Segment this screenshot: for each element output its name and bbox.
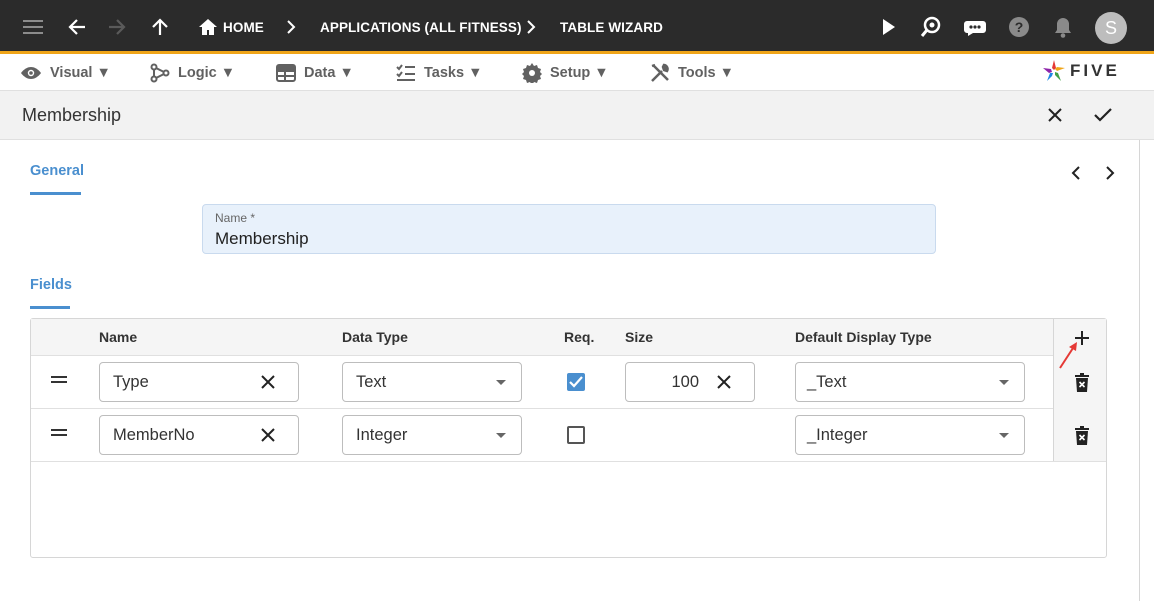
column-header-name: Name xyxy=(99,329,138,345)
column-header-data-type: Data Type xyxy=(342,329,408,345)
five-logo-text: FIVE xyxy=(1070,61,1120,80)
name-field[interactable]: Name * Membership xyxy=(202,204,936,254)
display-type-select[interactable]: _Text xyxy=(795,362,1025,402)
grid-header: Name Data Type Req. Size Default Display… xyxy=(31,319,1106,356)
name-field-label: Name * xyxy=(215,211,256,225)
tasks-icon xyxy=(396,63,415,81)
form-header: Membership xyxy=(0,91,1154,140)
search-chat-icon[interactable] xyxy=(919,15,943,39)
form-title: Membership xyxy=(22,105,122,125)
tab-fields[interactable]: Fields xyxy=(30,277,72,293)
drag-handle-icon[interactable] xyxy=(51,375,69,385)
menu-tasks-label: Tasks ▼ xyxy=(424,64,483,81)
data-type-value: Text xyxy=(356,373,387,391)
dropdown-caret-icon xyxy=(999,380,1009,385)
clear-icon[interactable] xyxy=(258,372,278,392)
hamburger-menu-icon[interactable] xyxy=(21,15,45,39)
user-avatar[interactable]: S xyxy=(1095,12,1127,44)
data-type-select[interactable]: Text xyxy=(342,362,522,402)
display-type-select[interactable]: _Integer xyxy=(795,415,1025,455)
cancel-close-icon[interactable] xyxy=(1043,103,1067,127)
tools-icon xyxy=(651,63,669,82)
delete-row-icon[interactable] xyxy=(1074,373,1090,393)
dropdown-caret-icon xyxy=(496,380,506,385)
breadcrumb-table-wizard[interactable]: TABLE WIZARD xyxy=(560,20,663,35)
field-name-value: MemberNo xyxy=(113,426,195,444)
previous-record-icon[interactable] xyxy=(1065,162,1087,184)
next-record-icon[interactable] xyxy=(1099,162,1121,184)
breadcrumb-applications[interactable]: APPLICATIONS (ALL FITNESS) xyxy=(320,20,522,35)
chatbot-icon[interactable] xyxy=(963,15,987,39)
forward-arrow-icon[interactable] xyxy=(105,15,129,39)
table-row: MemberNo Integer _Integer xyxy=(31,409,1053,462)
field-name-input[interactable]: Type xyxy=(99,362,299,402)
notifications-bell-icon[interactable] xyxy=(1051,15,1075,39)
drag-handle-icon[interactable] xyxy=(51,428,69,438)
five-logo: FIVE xyxy=(1042,58,1120,84)
logic-icon xyxy=(150,63,170,82)
clear-icon[interactable] xyxy=(714,372,734,392)
grid-row-divider xyxy=(31,461,1106,462)
run-play-icon[interactable] xyxy=(876,15,900,39)
menu-tools[interactable]: Tools ▼ xyxy=(650,54,734,91)
menu-visual[interactable]: Visual ▼ xyxy=(20,54,111,91)
save-check-icon[interactable] xyxy=(1091,103,1115,127)
home-icon[interactable] xyxy=(196,15,220,39)
menu-setup[interactable]: Setup ▼ xyxy=(522,54,609,91)
tab-fields-underline xyxy=(30,306,70,309)
field-name-value: Type xyxy=(113,373,149,391)
menu-setup-label: Setup ▼ xyxy=(550,64,609,81)
tab-general-underline xyxy=(30,192,81,195)
tab-general[interactable]: General xyxy=(30,163,84,179)
chevron-right-icon xyxy=(279,15,303,39)
table-row: Type Text 100 _Text xyxy=(31,356,1053,409)
menu-logic[interactable]: Logic ▼ xyxy=(150,54,235,91)
name-field-value[interactable]: Membership xyxy=(215,229,309,249)
five-logo-mark-icon xyxy=(1043,60,1065,81)
field-name-input[interactable]: MemberNo xyxy=(99,415,299,455)
menu-data[interactable]: Data ▼ xyxy=(276,54,354,91)
clear-icon[interactable] xyxy=(258,425,278,445)
up-arrow-icon[interactable] xyxy=(148,15,172,39)
display-type-value: _Integer xyxy=(807,426,868,444)
dropdown-caret-icon xyxy=(496,433,506,438)
column-header-size: Size xyxy=(625,329,654,345)
breadcrumb-home[interactable]: HOME xyxy=(223,20,264,35)
display-type-value: _Text xyxy=(807,373,847,391)
menu-tools-label: Tools ▼ xyxy=(678,64,734,81)
menu-data-label: Data ▼ xyxy=(304,64,354,81)
required-checkbox[interactable] xyxy=(567,426,585,444)
data-type-value: Integer xyxy=(356,426,408,444)
eye-icon xyxy=(21,66,41,79)
help-icon[interactable]: ? xyxy=(1007,15,1031,39)
size-input[interactable]: 100 xyxy=(625,362,755,402)
fields-grid: Name Data Type Req. Size Default Display… xyxy=(30,318,1107,558)
size-value: 100 xyxy=(671,373,699,391)
delete-row-icon[interactable] xyxy=(1074,426,1090,446)
dropdown-caret-icon xyxy=(999,433,1009,438)
chevron-right-icon xyxy=(519,15,543,39)
page-scroll-divider xyxy=(1139,140,1140,601)
annotation-arrow-icon xyxy=(1059,342,1077,369)
menu-logic-label: Logic ▼ xyxy=(178,64,236,81)
table-icon xyxy=(276,63,296,82)
back-arrow-icon[interactable] xyxy=(65,15,89,39)
required-checkbox[interactable] xyxy=(567,373,585,391)
menu-tasks[interactable]: Tasks ▼ xyxy=(396,54,482,91)
column-header-display-type: Default Display Type xyxy=(795,329,932,345)
menu-visual-label: Visual ▼ xyxy=(50,64,111,81)
gear-icon xyxy=(522,62,542,83)
app-bar: HOME APPLICATIONS (ALL FITNESS) TABLE WI… xyxy=(0,0,1154,54)
column-header-required: Req. xyxy=(564,329,595,345)
data-type-select[interactable]: Integer xyxy=(342,415,522,455)
main-menu-bar: Visual ▼ Logic ▼ Data ▼ Tasks ▼ Setup ▼ … xyxy=(0,54,1154,91)
svg-text:?: ? xyxy=(1015,19,1024,35)
